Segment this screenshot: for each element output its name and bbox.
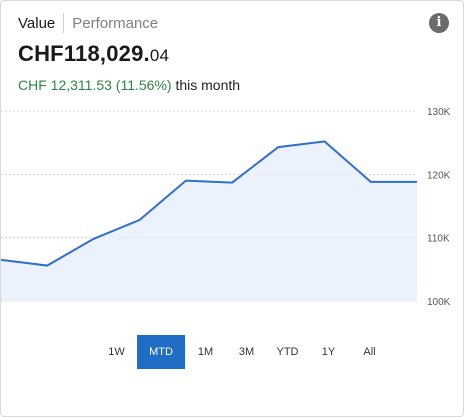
tab-value[interactable]: Value (18, 15, 55, 32)
range-button-ytd[interactable]: YTD (267, 335, 308, 369)
change-delta: CHF 12,311.53 (11.56%) (18, 77, 172, 93)
view-tabs: Value Performance (18, 12, 158, 34)
tab-divider (63, 13, 65, 33)
info-icon[interactable]: i (429, 13, 449, 33)
portfolio-value: CHF118,029.04 (18, 41, 169, 67)
y-tick-label: 130K (427, 107, 451, 118)
range-button-1w[interactable]: 1W (96, 335, 137, 369)
portfolio-card: Value Performance i CHF118,029.04 CHF 12… (0, 0, 464, 417)
monthly-change: CHF 12,311.53 (11.56%) this month (18, 77, 240, 93)
y-tick-label: 110K (427, 234, 450, 245)
range-button-all[interactable]: All (349, 335, 390, 369)
range-button-3m[interactable]: 3M (226, 335, 267, 369)
range-selector: 1W MTD 1M 3M YTD 1Y All (96, 335, 390, 369)
series-area (1, 141, 417, 301)
y-tick-label: 120K (427, 170, 451, 181)
y-tick-label: 100K (427, 297, 451, 308)
range-button-1y[interactable]: 1Y (308, 335, 349, 369)
range-button-1m[interactable]: 1M (185, 335, 226, 369)
tab-performance[interactable]: Performance (72, 15, 158, 32)
value-cents: 04 (149, 46, 170, 65)
value-main: CHF118,029. (18, 41, 150, 66)
change-suffix: this month (175, 77, 241, 93)
value-chart: 100K 110K 120K 130K (1, 107, 451, 308)
range-button-mtd[interactable]: MTD (137, 335, 185, 369)
